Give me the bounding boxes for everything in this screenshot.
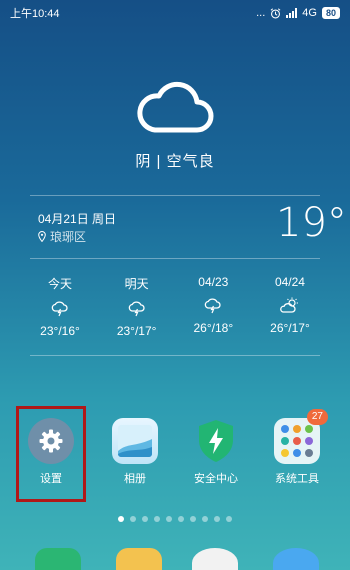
page-dot[interactable] <box>214 516 220 522</box>
app-label: 系统工具 <box>275 473 319 485</box>
page-dot[interactable] <box>178 516 184 522</box>
phone-icon[interactable] <box>35 548 81 570</box>
page-indicator[interactable] <box>0 516 350 522</box>
forecast-temps: 23°/17° <box>116 324 157 338</box>
camera-icon[interactable] <box>192 548 238 570</box>
browser-icon[interactable] <box>273 548 319 570</box>
folder-icon: 27 <box>274 409 328 464</box>
forecast-day[interactable]: 04/23 26°/18° <box>183 275 243 338</box>
more-dots: ... <box>256 7 266 19</box>
forecast-day[interactable]: 今天 23°/16° <box>30 275 90 338</box>
app-security-center[interactable]: 安全中心 <box>178 418 254 486</box>
thunder-rain-icon <box>128 298 146 320</box>
forecast-day-label: 04/23 <box>198 275 229 289</box>
forecast-temps: 23°/16° <box>40 324 80 338</box>
divider-top <box>30 195 320 196</box>
dock <box>0 548 350 570</box>
divider-middle <box>30 258 320 259</box>
page-dot[interactable] <box>190 516 196 522</box>
forecast-row: 今天 23°/16° 明天 23°/17° 04/23 26°/18° 04/2… <box>30 275 320 338</box>
thunder-rain-icon <box>51 298 69 320</box>
app-system-tools[interactable]: 27 系统工具 <box>259 409 335 486</box>
page-dot[interactable] <box>130 516 136 522</box>
divider-bottom <box>30 355 320 356</box>
page-dot[interactable] <box>142 516 148 522</box>
location-name: 琅琊区 <box>50 230 87 244</box>
weather-date: 04月21日 周日 <box>38 212 117 226</box>
forecast-temps: 26°/17° <box>270 321 310 335</box>
app-label: 相册 <box>124 473 146 485</box>
status-bar: 上午10:44 ... 4G 80 <box>0 0 350 26</box>
weather-condition[interactable]: 阴 | 空气良 <box>0 150 350 171</box>
forecast-day-label: 04/24 <box>274 275 305 289</box>
page-dot[interactable] <box>154 516 160 522</box>
forecast-day[interactable]: 明天 23°/17° <box>107 275 167 338</box>
location-pin-icon <box>38 231 46 242</box>
page-dot[interactable] <box>166 516 172 522</box>
signal-icon <box>286 8 298 18</box>
forecast-day-label: 今天 <box>47 277 72 291</box>
partly-cloudy-icon <box>280 295 300 317</box>
alarm-icon <box>270 7 281 18</box>
current-temperature: 19° <box>276 200 347 246</box>
security-shield-icon <box>193 418 239 464</box>
thunder-rain-icon <box>204 295 222 317</box>
app-label: 安全中心 <box>194 473 238 485</box>
page-dot[interactable] <box>202 516 208 522</box>
app-gallery[interactable]: 相册 <box>97 418 173 486</box>
forecast-day-label: 明天 <box>124 277 149 291</box>
network-type: 4G <box>302 7 317 19</box>
gallery-icon <box>112 418 158 464</box>
cloud-icon[interactable] <box>135 70 215 140</box>
notification-badge: 27 <box>306 409 328 425</box>
battery-icon: 80 <box>321 7 340 19</box>
weather-location: 琅琊区 <box>38 228 86 245</box>
forecast-day[interactable]: 04/24 26°/17° <box>260 275 320 338</box>
page-dot-active[interactable] <box>118 516 124 522</box>
status-time: 上午10:44 <box>10 8 60 20</box>
status-icons: ... 4G 80 <box>256 7 340 19</box>
forecast-temps: 26°/18° <box>193 321 234 335</box>
highlight-frame <box>16 406 86 502</box>
page-dot[interactable] <box>226 516 232 522</box>
notes-icon[interactable] <box>116 548 162 570</box>
